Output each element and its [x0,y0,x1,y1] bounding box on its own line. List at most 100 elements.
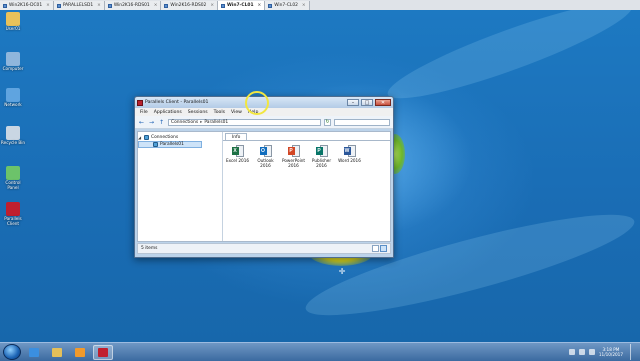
desktop-icon-label: User01 [5,26,21,31]
vm-icon [164,3,169,8]
search-input[interactable] [334,118,390,126]
address-current[interactable]: Parallels01 [204,120,228,125]
publisher-icon: P [315,145,328,158]
app-letter: P [287,147,295,155]
close-tab-icon[interactable]: × [154,3,158,8]
taskbar-button[interactable] [70,345,90,360]
vm-icon [107,3,112,8]
app-name: PowerPoint 2016 [281,158,306,168]
tree-node-connections[interactable]: ◢ Connections [138,134,222,141]
parallels-client-icon [98,347,108,357]
minimize-button[interactable]: – [347,99,359,106]
vm-tab-label: PARALLELSD1 [62,3,94,8]
menu-applications[interactable]: Applications [154,110,182,115]
taskbar: 3:18 PM 11/10/2017 [0,342,640,361]
volume-icon[interactable] [588,349,595,355]
menu-tools[interactable]: Tools [214,110,225,115]
refresh-icon[interactable]: ↻ [324,118,331,126]
address-bar[interactable]: Connections ▸ Parallels01 [168,118,321,126]
close-tab-icon[interactable]: × [97,3,101,8]
app-letter: X [231,147,239,155]
tree-node-parallels01[interactable]: Parallels01 [138,141,202,148]
maximize-button[interactable]: □ [361,99,373,106]
applications-pane: Info X Excel 2016 O Outlook 2016 P PowerPoint… [223,132,390,241]
mouse-pointer-icon: ✛ [338,267,346,276]
connections-icon [144,135,149,140]
vm-icon [56,3,61,8]
app-item[interactable]: W Word 2016 [337,145,362,168]
large-icons-view-icon[interactable] [380,245,387,252]
vm-tab[interactable]: Win2K16-RDS01 × [104,1,162,10]
flag-icon[interactable] [568,349,575,355]
app-letter: O [259,147,267,155]
vm-tab[interactable]: Win2K16-RDS02 × [161,1,219,10]
close-tab-icon[interactable]: × [302,3,306,8]
desktop-icon[interactable]: User01 [0,12,26,32]
app-name: Publisher 2016 [311,158,332,168]
taskbar-button[interactable] [47,345,67,360]
app-item[interactable]: X Excel 2016 [225,145,250,168]
menu-view[interactable]: View [231,110,242,115]
close-tab-icon[interactable]: × [258,3,262,8]
back-arrow-icon[interactable]: ← [138,119,145,126]
vm-tab[interactable]: Win7-CL02 × [265,1,310,10]
computer-icon [6,52,20,66]
chevron-right-icon: ▸ [200,119,203,125]
status-bar: 5 items [137,243,391,254]
app-name: Outlook 2016 [257,158,274,168]
taskbar-button[interactable] [93,344,113,360]
network-icon[interactable] [578,349,585,355]
collapse-icon[interactable]: ◢ [138,135,142,140]
desktop-icon-label: Recycle Bin [0,140,26,145]
app-item[interactable]: P PowerPoint 2016 [281,145,306,168]
desktop-icon[interactable]: Network [0,88,26,108]
show-desktop-button[interactable] [630,344,636,360]
up-arrow-icon[interactable]: ↑ [158,119,165,126]
vm-tab-label: Win2K16-RDS02 [170,3,207,8]
folder-icon [6,12,20,26]
vm-tab[interactable]: PARALLELSD1 × [53,1,105,10]
desktop-icon-label: Parallels Client [4,216,22,226]
tree-node-label: Parallels01 [160,142,184,147]
vm-icon [268,3,273,8]
address-root[interactable]: Connections [171,120,198,125]
close-button[interactable]: ✕ [375,99,391,106]
desktop-icon[interactable]: Computer [0,52,26,72]
navigation-bar: ← → ↑ Connections ▸ Parallels01 ↻ [135,116,393,129]
taskbar-button[interactable] [24,345,44,360]
tab-divider [223,140,390,141]
desktop-icon[interactable]: Parallels Client [0,202,26,226]
file-explorer-icon [52,347,62,357]
vm-tab[interactable]: Win2K16-DC01 × [0,1,54,10]
outlook-icon: O [259,145,272,158]
desktop: User01 Computer Network Recycle Bin Control … [0,10,640,342]
close-tab-icon[interactable]: × [210,3,214,8]
item-count: 5 items [141,246,158,251]
details-view-icon[interactable] [372,245,379,252]
media-player-icon [75,347,85,357]
desktop-icon[interactable]: Recycle Bin [0,126,26,146]
app-item[interactable]: P Publisher 2016 [309,145,334,168]
desktop-icon[interactable]: Control Panel [0,166,26,190]
excel-icon: X [231,145,244,158]
start-button[interactable] [3,344,21,360]
internet-explorer-icon [29,347,39,357]
close-tab-icon[interactable]: × [46,3,50,8]
menu-sessions[interactable]: Sessions [188,110,208,115]
vm-tab-label: Win2K16-RDS01 [113,3,150,8]
menu-file[interactable]: File [140,110,148,115]
forward-arrow-icon[interactable]: → [148,119,155,126]
powerpoint-icon: P [287,145,300,158]
parallels-client-icon [6,202,20,216]
server-icon [153,142,158,147]
wallpaper-streak [380,10,640,114]
parallels-client-icon [137,99,143,106]
desktop-icon-label: Control Panel [5,180,21,190]
app-item[interactable]: O Outlook 2016 [253,145,278,168]
word-icon: W [343,145,356,158]
vm-tab-label: Win7-CL02 [274,3,298,8]
vm-tab[interactable]: Win7-CL01 × [218,1,266,10]
click-highlight-ring [245,91,269,115]
clock[interactable]: 3:18 PM 11/10/2017 [599,347,623,357]
app-name: Excel 2016 [225,158,250,163]
